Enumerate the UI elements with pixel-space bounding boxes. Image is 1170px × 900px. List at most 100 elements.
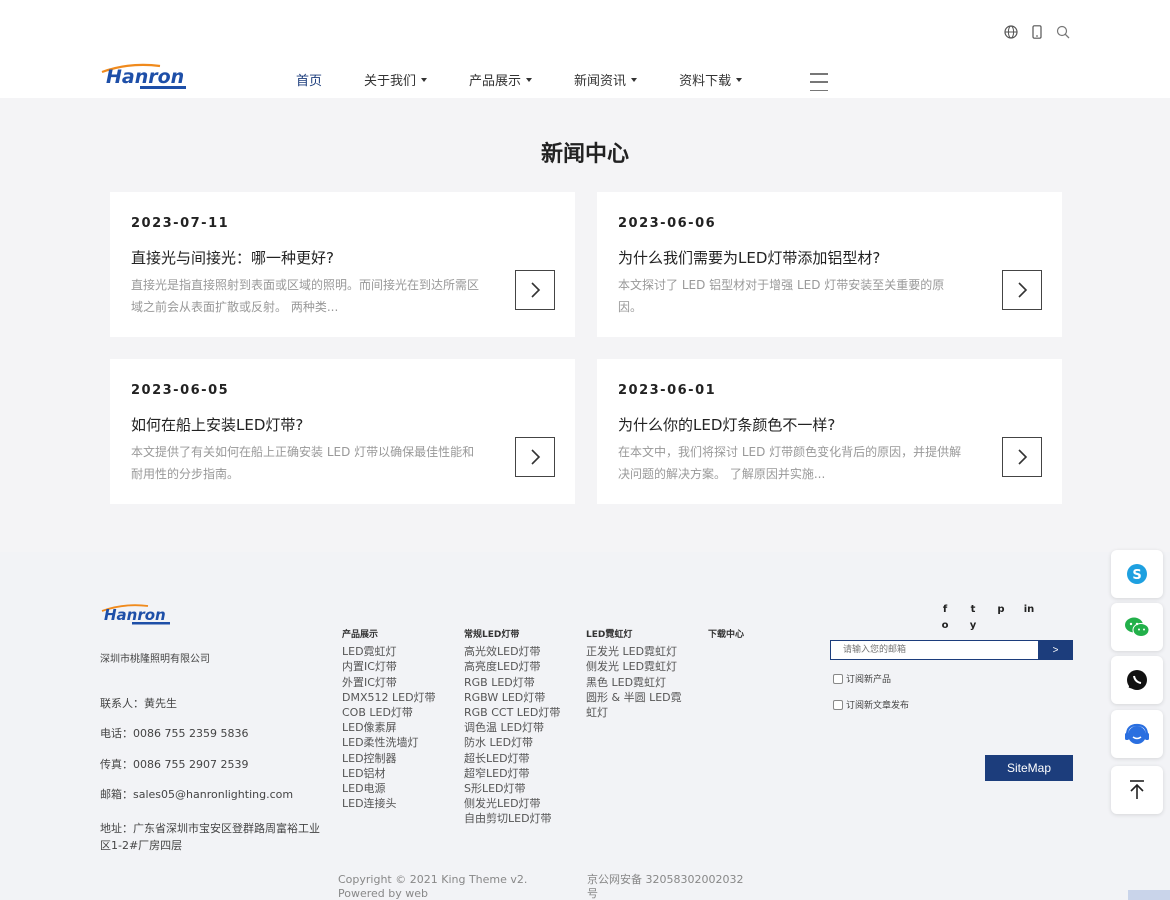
read-more-button[interactable]	[515, 437, 555, 477]
footer-column-heading[interactable]: 产品展示	[342, 628, 436, 643]
news-title[interactable]: 为什么我们需要为LED灯带添加铝型材?	[618, 247, 880, 268]
footer-link[interactable]: LED像素屏	[342, 720, 436, 735]
facebook-icon[interactable]: f	[938, 602, 952, 616]
contact-address: 地址：广东省深圳市宝安区登群路周富裕工业 区1-2#厂房四层	[100, 822, 320, 852]
subscribe-products-checkbox[interactable]: 订阅新产品	[833, 672, 891, 685]
news-title[interactable]: 直接光与间接光：哪一种更好?	[131, 247, 334, 268]
subscribe-articles-checkbox[interactable]: 订阅新文章发布	[833, 698, 909, 711]
site-header: Hanron 首页 关于我们 产品展示 新闻资讯 资料下载	[0, 0, 1170, 98]
footer-column-strips: 常规LED灯带 高光效LED灯带 高亮度LED灯带 RGB LED灯带 RGBW…	[464, 628, 560, 827]
news-excerpt: 在本文中，我们将探讨 LED 灯带颜色变化背后的原因，并提供解决问题的解决方案。…	[618, 445, 962, 481]
checkbox-icon	[833, 699, 843, 710]
footer-link[interactable]: 侧发光 LED霓虹灯	[586, 659, 682, 674]
caret-down-icon	[421, 77, 428, 82]
svg-text:S: S	[1132, 568, 1141, 583]
footer-link[interactable]: 高光效LED灯带	[464, 644, 560, 659]
footer-link[interactable]: LED霓虹灯	[342, 644, 436, 659]
footer-link[interactable]: 高亮度LED灯带	[464, 659, 560, 674]
footer-column-downloads: 下载中心	[708, 628, 744, 644]
nav-item-news[interactable]: 新闻资讯	[574, 70, 638, 89]
footer-column-neon: LED霓虹灯 正发光 LED霓虹灯 侧发光 LED霓虹灯 黑色 LED霓虹灯 圆…	[586, 628, 682, 720]
caret-down-icon	[736, 77, 743, 82]
instagram-icon[interactable]: o	[938, 618, 952, 632]
svg-text:Hanron: Hanron	[106, 66, 184, 88]
footer-link[interactable]: 调色温 LED灯带	[464, 720, 560, 735]
footer-link[interactable]: 侧发光LED灯带	[464, 796, 560, 811]
wechat-button[interactable]	[1111, 603, 1163, 651]
read-more-button[interactable]	[1002, 437, 1042, 477]
chevron-right-icon	[1018, 282, 1028, 298]
copyright: Copyright © 2021 King Theme v2. Powered …	[338, 873, 528, 900]
news-card[interactable]: 2023-06-01 为什么你的LED灯条颜色不一样? 在本文中，我们将探讨 L…	[597, 359, 1062, 504]
news-card[interactable]: 2023-06-06 为什么我们需要为LED灯带添加铝型材? 本文探讨了 LED…	[597, 192, 1062, 337]
nav-item-home[interactable]: 首页	[296, 70, 322, 89]
linkedin-icon[interactable]: in	[1022, 602, 1036, 616]
news-card[interactable]: 2023-06-05 如何在船上安装LED灯带? 本文提供了有关如何在船上正确安…	[110, 359, 575, 504]
contact-person: 联系人：黄先生	[100, 697, 177, 710]
news-date: 2023-06-06	[618, 216, 717, 231]
nav-item-about[interactable]: 关于我们	[364, 70, 428, 89]
whatsapp-button[interactable]	[1111, 656, 1163, 704]
site-footer: Hanron 深圳市桃隆照明有限公司 联系人：黄先生 电话：0086 755 2…	[0, 552, 1170, 900]
footer-link[interactable]: 正发光 LED霓虹灯	[586, 644, 682, 659]
nav-item-products[interactable]: 产品展示	[469, 70, 533, 89]
footer-link[interactable]: LED铝材	[342, 766, 436, 781]
news-excerpt: 本文提供了有关如何在船上正确安装 LED 灯带以确保最佳性能和耐用性的分步指南。	[131, 445, 475, 481]
youtube-icon[interactable]: y	[966, 618, 980, 632]
footer-link[interactable]: RGBW LED灯带	[464, 690, 560, 705]
subscribe-submit-button[interactable]: >	[1038, 640, 1073, 660]
footer-column-heading[interactable]: 下载中心	[708, 628, 744, 643]
footer-link[interactable]: 超长LED灯带	[464, 751, 560, 766]
footer-link[interactable]: DMX512 LED灯带	[342, 690, 436, 705]
read-more-button[interactable]	[515, 270, 555, 310]
skype-button[interactable]: S	[1111, 550, 1163, 598]
footer-link[interactable]: S形LED灯带	[464, 781, 560, 796]
footer-link[interactable]: LED连接头	[342, 796, 436, 811]
news-title[interactable]: 如何在船上安装LED灯带?	[131, 414, 303, 435]
footer-link[interactable]: LED控制器	[342, 751, 436, 766]
icp-record[interactable]: 京公网安备 32058302002032 号	[587, 873, 743, 900]
email-subscribe-input[interactable]	[830, 640, 1038, 660]
news-excerpt: 直接光是指直接照射到表面或区域的照明。而间接光在到达所需区域之前会从表面扩散或反…	[131, 278, 480, 314]
footer-link[interactable]: COB LED灯带	[342, 705, 436, 720]
mobile-icon[interactable]	[1029, 24, 1045, 40]
contact-email[interactable]: 邮箱：sales05@hanronlighting.com	[100, 786, 293, 802]
footer-link[interactable]: LED电源	[342, 781, 436, 796]
sitemap-button[interactable]: SiteMap	[985, 755, 1073, 781]
search-icon[interactable]	[1055, 24, 1071, 40]
twitter-icon[interactable]: t	[966, 602, 980, 616]
utility-icons	[1003, 24, 1071, 40]
news-date: 2023-06-05	[131, 383, 230, 398]
footer-link[interactable]: 超窄LED灯带	[464, 766, 560, 781]
menu-icon[interactable]	[810, 73, 828, 91]
footer-link[interactable]: RGB LED灯带	[464, 675, 560, 690]
footer-link[interactable]: 虹灯	[586, 705, 682, 720]
news-date: 2023-06-01	[618, 383, 717, 398]
contact-phone: 电话：0086 755 2359 5836	[100, 727, 249, 740]
contact-fax: 传真：0086 755 2907 2539	[100, 758, 249, 771]
nav-item-downloads[interactable]: 资料下载	[679, 70, 743, 89]
footer-link[interactable]: 外置IC灯带	[342, 675, 436, 690]
globe-icon[interactable]	[1003, 24, 1019, 40]
footer-link[interactable]: 内置IC灯带	[342, 659, 436, 674]
subscribe-form: >	[830, 640, 1073, 660]
section-title: 新闻中心	[540, 142, 629, 167]
footer-logo[interactable]: Hanron	[100, 600, 174, 628]
support-button[interactable]	[1111, 710, 1163, 758]
footer-column-heading[interactable]: LED霓虹灯	[586, 628, 682, 643]
footer-link[interactable]: 黑色 LED霓虹灯	[586, 675, 682, 690]
pinterest-icon[interactable]: p	[994, 602, 1008, 616]
footer-link[interactable]: LED柔性洗墙灯	[342, 735, 436, 750]
chevron-right-icon	[531, 449, 541, 465]
footer-link[interactable]: 防水 LED灯带	[464, 735, 560, 750]
news-card[interactable]: 2023-07-11 直接光与间接光：哪一种更好? 直接光是指直接照射到表面或区…	[110, 192, 575, 337]
footer-link[interactable]: 圆形 & 半圆 LED霓	[586, 690, 682, 705]
back-to-top-button[interactable]	[1111, 766, 1163, 814]
read-more-button[interactable]	[1002, 270, 1042, 310]
hanron-logo[interactable]: Hanron	[100, 58, 192, 94]
caret-down-icon	[631, 77, 638, 82]
news-title[interactable]: 为什么你的LED灯条颜色不一样?	[618, 414, 835, 435]
footer-link[interactable]: 自由剪切LED灯带	[464, 811, 560, 826]
footer-column-heading[interactable]: 常规LED灯带	[464, 628, 560, 643]
footer-link[interactable]: RGB CCT LED灯带	[464, 705, 560, 720]
